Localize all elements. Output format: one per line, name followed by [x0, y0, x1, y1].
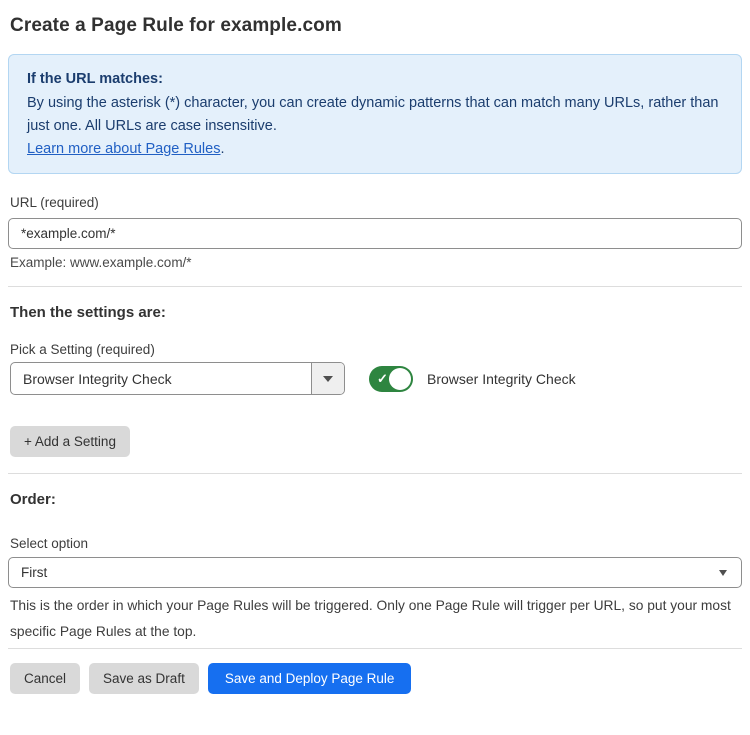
page-rule-form: Create a Page Rule for example.com If th… [0, 15, 750, 694]
pick-setting-label: Pick a Setting (required) [10, 342, 740, 357]
order-help-text: This is the order in which your Page Rul… [10, 593, 740, 645]
setting-select[interactable]: Browser Integrity Check [10, 362, 345, 395]
info-box-link-line: Learn more about Page Rules. [27, 138, 723, 161]
setting-select-value: Browser Integrity Check [11, 363, 311, 394]
setting-row: Browser Integrity Check ✓ Browser Integr… [8, 362, 742, 395]
info-box-body: By using the asterisk (*) character, you… [27, 92, 723, 138]
chevron-down-icon [719, 570, 727, 576]
order-select-value: First [21, 565, 47, 580]
settings-heading: Then the settings are: [10, 304, 740, 321]
divider-settings-order [8, 473, 742, 474]
order-select-label: Select option [10, 536, 740, 551]
link-period: . [220, 141, 224, 157]
url-match-info-box: If the URL matches: By using the asteris… [8, 54, 742, 174]
url-label: URL (required) [10, 195, 740, 210]
order-select[interactable]: First [8, 557, 742, 588]
check-icon: ✓ [377, 371, 388, 387]
url-example-hint: Example: www.example.com/* [10, 255, 740, 270]
order-heading: Order: [10, 491, 740, 508]
save-as-draft-button[interactable]: Save as Draft [89, 663, 199, 694]
url-input[interactable] [8, 218, 742, 249]
toggle-label: Browser Integrity Check [427, 371, 576, 387]
info-box-heading: If the URL matches: [27, 68, 723, 91]
footer-actions: Cancel Save as Draft Save and Deploy Pag… [10, 663, 742, 694]
browser-integrity-toggle[interactable]: ✓ [369, 366, 413, 392]
page-title: Create a Page Rule for example.com [10, 15, 740, 37]
save-and-deploy-button[interactable]: Save and Deploy Page Rule [208, 663, 412, 694]
setting-select-arrow-button[interactable] [311, 363, 344, 394]
toggle-knob [389, 368, 411, 390]
learn-more-link[interactable]: Learn more about Page Rules [27, 141, 220, 157]
cancel-button[interactable]: Cancel [10, 663, 80, 694]
add-setting-button[interactable]: + Add a Setting [10, 426, 130, 457]
divider-order-footer [8, 648, 742, 649]
divider-url-settings [8, 286, 742, 287]
chevron-down-icon [323, 376, 333, 382]
